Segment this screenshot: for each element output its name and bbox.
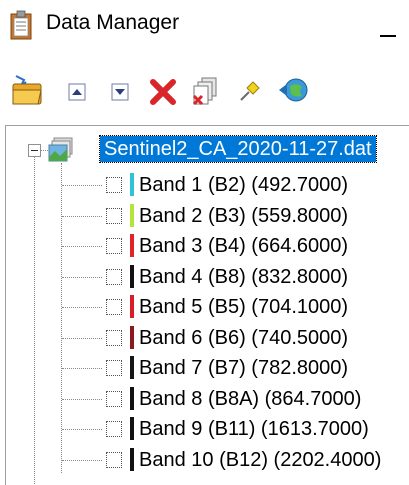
window-title: Data Manager [46,11,180,34]
band-color-swatch [130,295,134,318]
load-bands-icon [279,78,308,102]
open-file-button[interactable] [10,70,44,110]
move-down-icon [111,83,129,101]
load-bands-button[interactable] [276,70,310,110]
raster-file-icon [48,137,74,163]
tree-connector [62,429,102,430]
close-file-button[interactable] [146,70,180,110]
band-item[interactable]: Band 10 (B12) (2202.4000) [6,445,409,475]
band-checkbox[interactable] [106,451,122,468]
title-bar: Data Manager [0,0,409,52]
band-item[interactable]: Band 5 (B5) (704.1000) [6,292,409,322]
toolbar [0,70,409,116]
move-up-icon [68,83,86,101]
band-label: Band 9 (B11) (1613.7000) [139,418,369,440]
band-color-swatch [130,264,134,288]
minimize-button[interactable] [368,6,406,46]
tree-connector [62,185,102,186]
band-color-swatch [130,356,134,379]
band-item[interactable]: Band 6 (B6) (740.5000) [6,323,409,353]
tree-connector [62,368,102,369]
move-down-button[interactable] [103,70,137,110]
band-label: Band 3 (B4) (664.6000) [139,235,349,257]
band-checkbox[interactable] [106,207,122,224]
minimize-icon [380,35,396,37]
band-color-swatch [130,234,134,257]
tree-connector [62,337,102,339]
tree-connector [62,459,102,461]
open-folder-icon [12,75,42,105]
file-node-label[interactable]: Sentinel2_CA_2020-11-27.dat [99,135,377,163]
band-checkbox[interactable] [106,238,122,254]
tree-connector [40,150,48,151]
tree-connector [62,307,102,308]
data-tree: Sentinel2_CA_2020-11-27.dat Band 1 (B2) … [5,125,409,485]
band-label: Band 7 (B7) (782.8000) [139,357,349,379]
move-up-button[interactable] [60,70,94,110]
band-item[interactable]: Band 3 (B4) (664.6000) [6,231,409,261]
data-manager-window: Data Manager Sentinel2_CA_2020-11-27.dat… [0,0,409,485]
tree-connector [62,215,102,217]
band-label: Band 1 (B2) (492.7000) [139,174,349,196]
band-color-swatch [130,203,134,227]
band-color-swatch [130,386,134,410]
band-color-swatch [130,417,134,440]
band-label: Band 5 (B5) (704.1000) [139,296,349,318]
band-checkbox[interactable] [106,299,122,315]
band-checkbox[interactable] [106,390,122,407]
band-color-swatch [130,447,134,471]
clipboard-icon [10,10,32,40]
band-label: Band 6 (B6) (740.5000) [139,326,349,349]
band-checkbox[interactable] [106,268,122,285]
band-label: Band 8 (B8A) (864.7000) [139,387,362,410]
band-label: Band 4 (B8) (832.8000) [139,265,349,288]
band-item[interactable]: Band 1 (B2) (492.7000) [6,170,409,200]
pin-button[interactable] [232,70,266,110]
pin-icon [240,81,260,101]
band-checkbox[interactable] [106,421,122,437]
close-file-icon [150,79,176,105]
band-label: Band 10 (B12) (2202.4000) [139,448,382,471]
band-item[interactable]: Band 7 (B7) (782.8000) [6,353,409,383]
band-checkbox[interactable] [106,360,122,376]
band-color-swatch [130,325,134,349]
band-item[interactable]: Band 9 (B11) (1613.7000) [6,414,409,444]
band-item[interactable]: Band 2 (B3) (559.8000) [6,201,409,231]
band-item[interactable]: Band 4 (B8) (832.8000) [6,262,409,292]
tree-connector [62,246,102,247]
band-color-swatch [130,173,134,196]
tree-connector [62,276,102,278]
band-item[interactable]: Band 8 (B8A) (864.7000) [6,384,409,414]
band-label: Band 2 (B3) (559.8000) [139,204,349,227]
band-checkbox[interactable] [106,177,122,193]
band-checkbox[interactable] [106,329,122,346]
collapse-toggle[interactable] [28,144,41,157]
tree-connector [62,398,102,400]
close-all-button[interactable] [188,70,222,110]
close-all-icon [192,77,217,106]
